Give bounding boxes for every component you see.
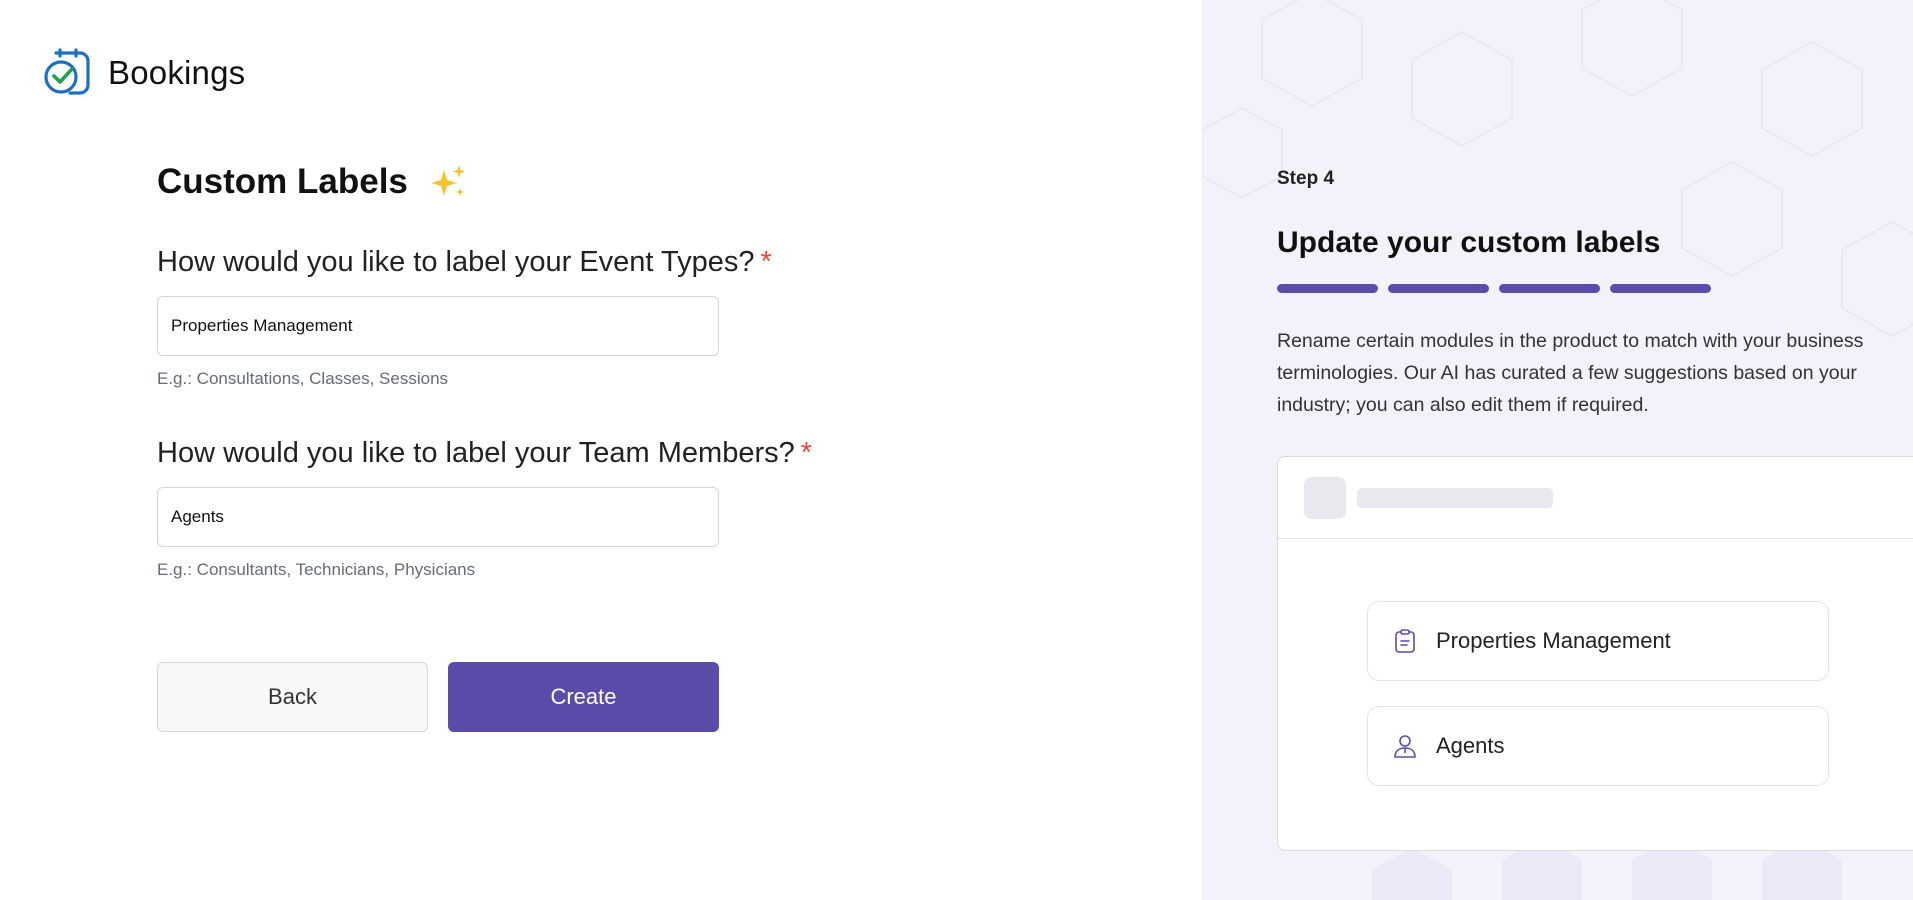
event-types-hint: E.g.: Consultations, Classes, Sessions xyxy=(157,369,449,388)
create-button[interactable]: Create xyxy=(448,662,719,732)
info-panel: Step 4 Update your custom labels Rename … xyxy=(1202,0,1913,900)
back-button[interactable]: Back xyxy=(157,662,428,732)
side-description: Rename certain modules in the product to… xyxy=(1277,330,1864,416)
brand-logo[interactable]: Bookings xyxy=(42,47,245,99)
preview-card-label: Agents xyxy=(1436,733,1505,758)
required-marker: * xyxy=(760,246,772,278)
custom-labels-form: Custom Labels How would you like to labe… xyxy=(157,158,937,732)
preview-card-event-types: Properties Management xyxy=(1367,601,1829,681)
preview-card-label: Properties Management xyxy=(1436,628,1671,653)
step-indicator: Step 4 xyxy=(1277,168,1335,189)
side-title: Update your custom labels xyxy=(1277,226,1661,259)
preview-header xyxy=(1278,457,1913,539)
progress-bar xyxy=(1277,284,1721,293)
placeholder-text xyxy=(1357,488,1553,508)
required-marker: * xyxy=(800,437,813,469)
page-title: Custom Labels xyxy=(157,162,408,201)
event-types-question: How would you like to label your Event T… xyxy=(157,242,937,282)
team-members-label-input[interactable] xyxy=(157,487,719,547)
brand-name: Bookings xyxy=(108,54,246,91)
progress-segment xyxy=(1610,284,1711,293)
event-types-question-text: How would you like to label your Event T… xyxy=(157,246,755,278)
team-members-question-text: How would you like to label your Team Me… xyxy=(157,437,795,469)
clipboard-icon xyxy=(1395,629,1415,653)
team-members-question: How would you like to label your Team Me… xyxy=(157,433,937,473)
progress-segment xyxy=(1499,284,1600,293)
form-panel: Bookings Custom Labels How would you lik… xyxy=(0,0,1202,900)
progress-segment xyxy=(1277,284,1378,293)
progress-segment xyxy=(1388,284,1489,293)
user-icon xyxy=(1394,735,1416,758)
placeholder-avatar xyxy=(1304,477,1346,519)
bookings-calendar-check-icon xyxy=(44,48,90,95)
sparkles-icon xyxy=(430,165,465,196)
team-members-hint: E.g.: Consultants, Technicians, Physicia… xyxy=(157,560,476,579)
event-types-label-input[interactable] xyxy=(157,296,719,356)
labels-preview: Properties Management Agents xyxy=(1277,456,1913,851)
preview-card-team-members: Agents xyxy=(1367,706,1829,786)
